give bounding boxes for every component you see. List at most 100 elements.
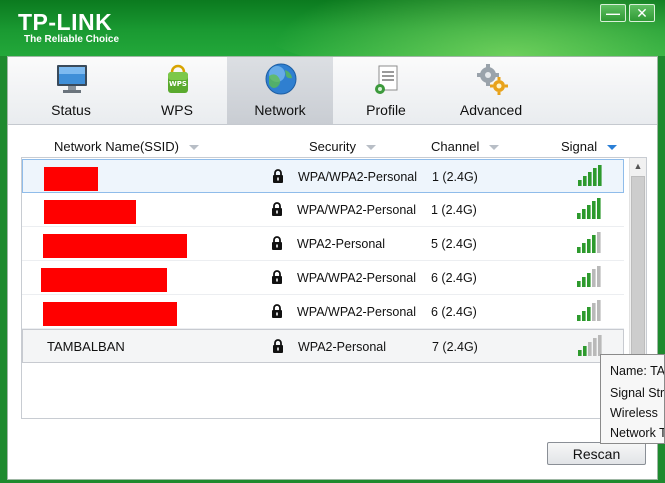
signal-bar: [597, 300, 601, 321]
column-header-label: Channel: [431, 139, 480, 154]
signal-bar: [592, 303, 596, 321]
main-panel: Status WPS WPS Network Profile Advanced …: [7, 56, 658, 480]
column-header-ssid[interactable]: Network Name(SSID): [54, 139, 199, 155]
signal-bar: [587, 273, 591, 287]
tab-status[interactable]: Status: [18, 57, 124, 124]
tooltip-line: Signal Str: [610, 386, 665, 400]
lock-icon: [273, 169, 283, 183]
rescan-button[interactable]: Rescan: [547, 442, 646, 465]
sort-arrow-icon: [489, 145, 500, 151]
signal-bar: [583, 176, 587, 186]
tab-network[interactable]: Network: [227, 57, 333, 124]
tooltip-line: Wireless: [610, 406, 658, 420]
network-row[interactable]: WPA/WPA2-Personal 6 (2.4G): [22, 295, 624, 329]
signal-bar: [587, 307, 591, 321]
signal-bar: [597, 232, 601, 253]
signal-bar: [583, 346, 587, 356]
tab-advanced[interactable]: Advanced: [438, 57, 544, 124]
signal-bar: [578, 350, 582, 356]
lock-icon: [272, 236, 282, 250]
signal-bar: [597, 198, 601, 219]
sort-arrow-icon: [188, 145, 199, 151]
lock-icon: [272, 202, 282, 216]
profile-icon: [375, 65, 398, 94]
wps-icon: WPS: [168, 64, 188, 93]
monitor-icon: [57, 65, 87, 93]
column-header-security[interactable]: Security: [309, 139, 376, 155]
signal-bar: [592, 269, 596, 287]
network-row[interactable]: WPA2-Personal 5 (2.4G): [22, 227, 624, 261]
network-security: WPA2-Personal: [298, 340, 386, 354]
signal-bar: [593, 168, 597, 186]
network-security: WPA/WPA2-Personal: [297, 271, 417, 285]
scroll-up-icon[interactable]: ▲: [630, 158, 646, 175]
svg-text:WPS: WPS: [169, 80, 187, 88]
signal-bar: [577, 281, 581, 287]
column-header-signal[interactable]: Signal: [561, 139, 618, 155]
signal-bar: [577, 315, 581, 321]
globe-icon: [265, 63, 297, 95]
lock-icon: [272, 270, 282, 284]
redacted-ssid: [41, 268, 167, 292]
lock-icon: [272, 304, 282, 318]
signal-bar: [587, 239, 591, 253]
tab-bar: Status WPS WPS Network Profile Advanced: [8, 57, 657, 125]
signal-bar: [588, 172, 592, 186]
network-channel: 5 (2.4G): [431, 237, 477, 251]
brand-logo: TP-LINK: [18, 9, 113, 35]
signal-strength-icon: [577, 198, 601, 219]
tab-label: Status: [51, 102, 91, 118]
signal-bar: [592, 201, 596, 219]
column-header-label: Network Name(SSID): [54, 139, 179, 154]
lock-icon: [273, 339, 283, 353]
tooltip-line: Name: TA: [610, 364, 665, 378]
column-header-label: Signal: [561, 139, 598, 154]
tab-wps[interactable]: WPS WPS: [124, 57, 230, 124]
signal-bar: [593, 338, 597, 356]
network-security: WPA/WPA2-Personal: [297, 305, 417, 319]
close-button[interactable]: ✕: [629, 4, 655, 22]
redacted-ssid: [44, 200, 136, 224]
signal-bar: [582, 243, 586, 253]
signal-bar: [578, 180, 582, 186]
tab-label: Network: [254, 102, 306, 118]
brand: TP-LINK The Reliable Choice: [18, 10, 119, 46]
signal-strength-icon: [577, 266, 601, 287]
signal-bar: [582, 209, 586, 219]
scroll-thumb[interactable]: [631, 176, 645, 356]
signal-strength-icon: [578, 165, 602, 186]
network-channel: 6 (2.4G): [431, 271, 477, 285]
signal-strength-icon: [577, 232, 601, 253]
network-tooltip: Name: TA Signal Str Wireless Network T: [600, 354, 665, 444]
tab-label: Advanced: [459, 102, 523, 118]
title-bar: TP-LINK The Reliable Choice — ✕: [0, 0, 665, 56]
redacted-ssid: [44, 167, 98, 191]
tooltip-line: Network T: [610, 426, 665, 440]
tab-label: WPS: [161, 102, 193, 118]
signal-bar: [587, 205, 591, 219]
signal-bar: [582, 311, 586, 321]
signal-bar: [582, 277, 586, 287]
column-header-channel[interactable]: Channel: [431, 139, 500, 155]
network-row[interactable]: WPA/WPA2-Personal 6 (2.4G): [22, 261, 624, 295]
network-channel: 1 (2.4G): [431, 203, 477, 217]
signal-bar: [577, 213, 581, 219]
signal-bar: [597, 266, 601, 287]
signal-bar: [588, 342, 592, 356]
network-channel: 6 (2.4G): [431, 305, 477, 319]
redacted-ssid: [43, 302, 177, 326]
minimize-button[interactable]: —: [600, 4, 626, 22]
signal-strength-icon: [577, 300, 601, 321]
network-row[interactable]: WPA/WPA2-Personal 1 (2.4G): [22, 193, 624, 227]
network-ssid: TAMBALBAN: [47, 339, 125, 354]
brand-tagline: The Reliable Choice: [24, 34, 120, 45]
signal-bar: [598, 165, 602, 186]
network-row[interactable]: WPA/WPA2-Personal 1 (2.4G): [22, 159, 624, 193]
column-header-label: Security: [309, 139, 356, 154]
signal-bar: [592, 235, 596, 253]
tab-profile[interactable]: Profile: [333, 57, 439, 124]
network-row[interactable]: TAMBALBAN WPA2-Personal 7 (2.4G): [22, 329, 624, 363]
sort-arrow-icon: [365, 145, 376, 151]
network-list: WPA/WPA2-Personal 1 (2.4G) WPA/WPA2-Person…: [21, 157, 647, 419]
redacted-ssid: [43, 234, 187, 258]
